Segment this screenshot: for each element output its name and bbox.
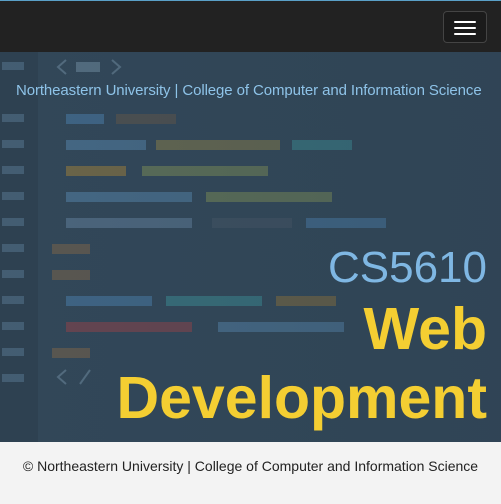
hamburger-menu-icon	[454, 27, 476, 29]
page-footer: © Northeastern University | College of C…	[0, 442, 501, 504]
hamburger-menu-icon	[454, 33, 476, 35]
course-title-line1: Web	[363, 296, 487, 362]
footer-copyright: © Northeastern University | College of C…	[22, 458, 479, 474]
course-code: CS5610	[327, 243, 487, 292]
hamburger-menu-icon	[454, 21, 476, 23]
top-navbar	[0, 0, 501, 52]
course-title-line2: Development	[116, 365, 487, 431]
menu-toggle-button[interactable]	[443, 11, 487, 43]
hero-banner: Northeastern University | College of Com…	[0, 52, 501, 442]
hero-tagline: Northeastern University | College of Com…	[16, 82, 482, 99]
